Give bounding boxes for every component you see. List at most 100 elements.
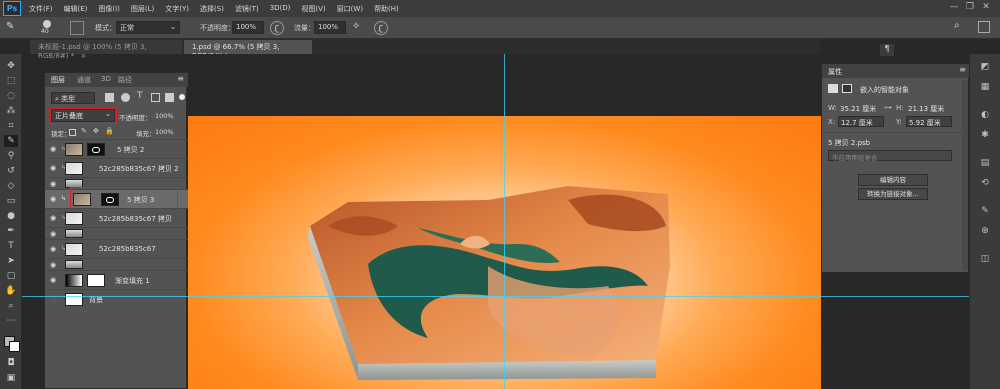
edit-contents-button[interactable]: 编辑内容	[858, 174, 928, 186]
hand-tool-icon[interactable]: ✋	[4, 285, 18, 297]
menu-help[interactable]: 帮助(H)	[374, 4, 399, 14]
marquee-tool-icon[interactable]: ⬚	[4, 75, 18, 87]
lock-move-icon[interactable]: ✥	[93, 127, 99, 135]
x-field[interactable]: 12.7 厘米	[838, 116, 884, 127]
layer-row[interactable]: ◉	[45, 258, 188, 270]
opacity-field[interactable]: 100%	[232, 21, 264, 34]
libraries-panel-icon[interactable]: ▤	[978, 158, 992, 171]
menu-3d[interactable]: 3D(D)	[270, 4, 291, 14]
fill-value[interactable]: 100%	[155, 128, 174, 136]
eye-icon[interactable]: ◉	[50, 164, 56, 172]
quick-select-tool-icon[interactable]: ⁂	[4, 105, 18, 117]
filter-smart-icon[interactable]	[165, 93, 174, 102]
y-field[interactable]: 5.92 厘米	[906, 116, 952, 127]
crop-tool-icon[interactable]: ⌗	[4, 120, 18, 132]
pen-tool-icon[interactable]: ✒	[4, 225, 18, 237]
eye-icon[interactable]: ◉	[50, 145, 56, 153]
menu-type[interactable]: 文字(Y)	[165, 4, 189, 14]
swatches-panel-icon[interactable]: ▦	[978, 82, 992, 95]
layers-panel-icon[interactable]: ◫	[978, 254, 992, 267]
screen-mode-icon[interactable]: ▣	[4, 372, 18, 384]
menu-file[interactable]: 文件(F)	[29, 4, 53, 14]
adjustments-panel-icon[interactable]: ◐	[978, 110, 992, 123]
mask-mode-icon[interactable]	[842, 84, 852, 93]
menu-filter[interactable]: 滤镜(T)	[235, 4, 259, 14]
lock-paint-icon[interactable]: ✎	[81, 127, 87, 135]
filter-pixel-icon[interactable]	[105, 93, 114, 102]
eye-icon[interactable]: ◉	[50, 276, 56, 284]
layer-row[interactable]: ◉ ↳ 52c285b835c67	[45, 239, 188, 258]
menu-image[interactable]: 图像(I)	[98, 4, 120, 14]
layer-row[interactable]: ◌ 背景	[45, 289, 188, 308]
lock-pixels-icon[interactable]	[69, 129, 76, 136]
w-value[interactable]: 35.21 厘米	[840, 104, 876, 114]
tab-paths[interactable]: 路径	[118, 75, 132, 85]
flow-field[interactable]: 100%	[314, 21, 346, 34]
layer-row[interactable]: ◉ ↳ 5 拷贝 2	[45, 139, 188, 158]
eye-icon[interactable]: ◉	[50, 214, 56, 222]
styles-panel-icon[interactable]: ✱	[978, 130, 992, 143]
eye-icon[interactable]: ◉	[50, 245, 56, 253]
horizontal-guide[interactable]	[22, 296, 969, 297]
layer-comp-select[interactable]: 不应用图层复合	[828, 150, 952, 162]
quick-mask-icon[interactable]: ◘	[4, 357, 18, 369]
clone-source-icon[interactable]: ⊕	[978, 226, 992, 239]
layer-opacity-value[interactable]: 100%	[155, 112, 174, 120]
filter-adjust-icon[interactable]	[121, 93, 130, 102]
restore-button[interactable]: ❐	[962, 2, 978, 12]
filter-type-icon[interactable]: T	[137, 91, 143, 101]
brush-preset-picker[interactable]: 40	[36, 19, 60, 36]
eye-icon[interactable]: ◉	[50, 230, 56, 238]
workspace-icon[interactable]	[978, 21, 990, 33]
brush-tool-icon[interactable]: ✎	[6, 21, 20, 35]
more-tools-icon[interactable]: ⋯	[4, 315, 18, 327]
layer-row[interactable]: ◉ 渐变填充 1	[45, 270, 188, 289]
layer-row[interactable]: ◉ ↳ 52c285b835c67 拷贝	[45, 208, 188, 227]
tab-3d[interactable]: 3D	[101, 75, 111, 83]
minimize-button[interactable]: —	[946, 2, 962, 12]
search-icon[interactable]: ⌕	[954, 20, 968, 34]
tab-1-psd[interactable]: 1.psd @ 66.7% (5 拷贝 3, RGB/8#) * ×	[184, 40, 312, 60]
filter-shape-icon[interactable]	[151, 93, 160, 102]
lock-all-icon[interactable]: 🔒	[105, 127, 114, 135]
lasso-tool-icon[interactable]: ◌	[4, 90, 18, 102]
airbrush-icon[interactable]: ✧	[352, 21, 366, 35]
brush-presets-icon[interactable]: ✎	[978, 206, 992, 219]
panel-scrollbar[interactable]	[962, 80, 968, 270]
rectangle-tool-icon[interactable]: ▢	[4, 270, 18, 282]
panel-menu-icon[interactable]: ≡	[959, 65, 966, 74]
move-tool-icon[interactable]: ✥	[4, 60, 18, 72]
tab-layers[interactable]: 图层	[51, 75, 65, 85]
collapsed-panel-icon[interactable]: ¶	[880, 44, 894, 56]
pressure-opacity-icon[interactable]: ʗ	[270, 21, 284, 35]
brush-panel-icon[interactable]	[70, 21, 84, 35]
eye-icon[interactable]: ◉	[50, 261, 56, 269]
tab-untitled-1[interactable]: 未标题-1.psd @ 100% (5 拷贝 3, RGB/8#) * ×	[30, 40, 182, 60]
history-brush-icon[interactable]: ↺	[4, 165, 18, 177]
panel-menu-icon[interactable]: ≡	[177, 74, 184, 83]
eye-icon[interactable]: ◉	[50, 180, 56, 188]
eraser-tool-icon[interactable]: ◇	[4, 180, 18, 192]
history-panel-icon[interactable]: ⟲	[978, 178, 992, 191]
link-dimensions-icon[interactable]: ⊶	[884, 103, 892, 112]
gradient-tool-icon[interactable]: ▭	[4, 195, 18, 207]
menu-window[interactable]: 窗口(W)	[337, 4, 363, 14]
close-window-button[interactable]: ✕	[978, 2, 994, 12]
eye-icon[interactable]: ◉	[50, 195, 56, 203]
convert-to-linked-button[interactable]: 转换为链接对象...	[858, 188, 928, 200]
menu-view[interactable]: 视图(V)	[301, 4, 325, 14]
menu-select[interactable]: 选择(S)	[200, 4, 224, 14]
brush-tool-icon[interactable]: ✎	[4, 135, 18, 147]
path-select-icon[interactable]: ➤	[4, 255, 18, 267]
color-panel-icon[interactable]: ◩	[978, 62, 992, 75]
vertical-guide[interactable]	[504, 54, 505, 389]
stamp-tool-icon[interactable]: ⚲	[4, 150, 18, 162]
dodge-tool-icon[interactable]: ●	[4, 210, 18, 222]
type-tool-icon[interactable]: T	[4, 240, 18, 252]
close-icon[interactable]: ×	[80, 52, 86, 60]
background-color-swatch[interactable]	[9, 341, 20, 352]
h-value[interactable]: 21.13 厘米	[908, 104, 944, 114]
menu-edit[interactable]: 编辑(E)	[64, 4, 88, 14]
layer-kind-select[interactable]: ⌕ 类型	[51, 92, 95, 104]
tab-channels[interactable]: 通道	[77, 75, 91, 85]
